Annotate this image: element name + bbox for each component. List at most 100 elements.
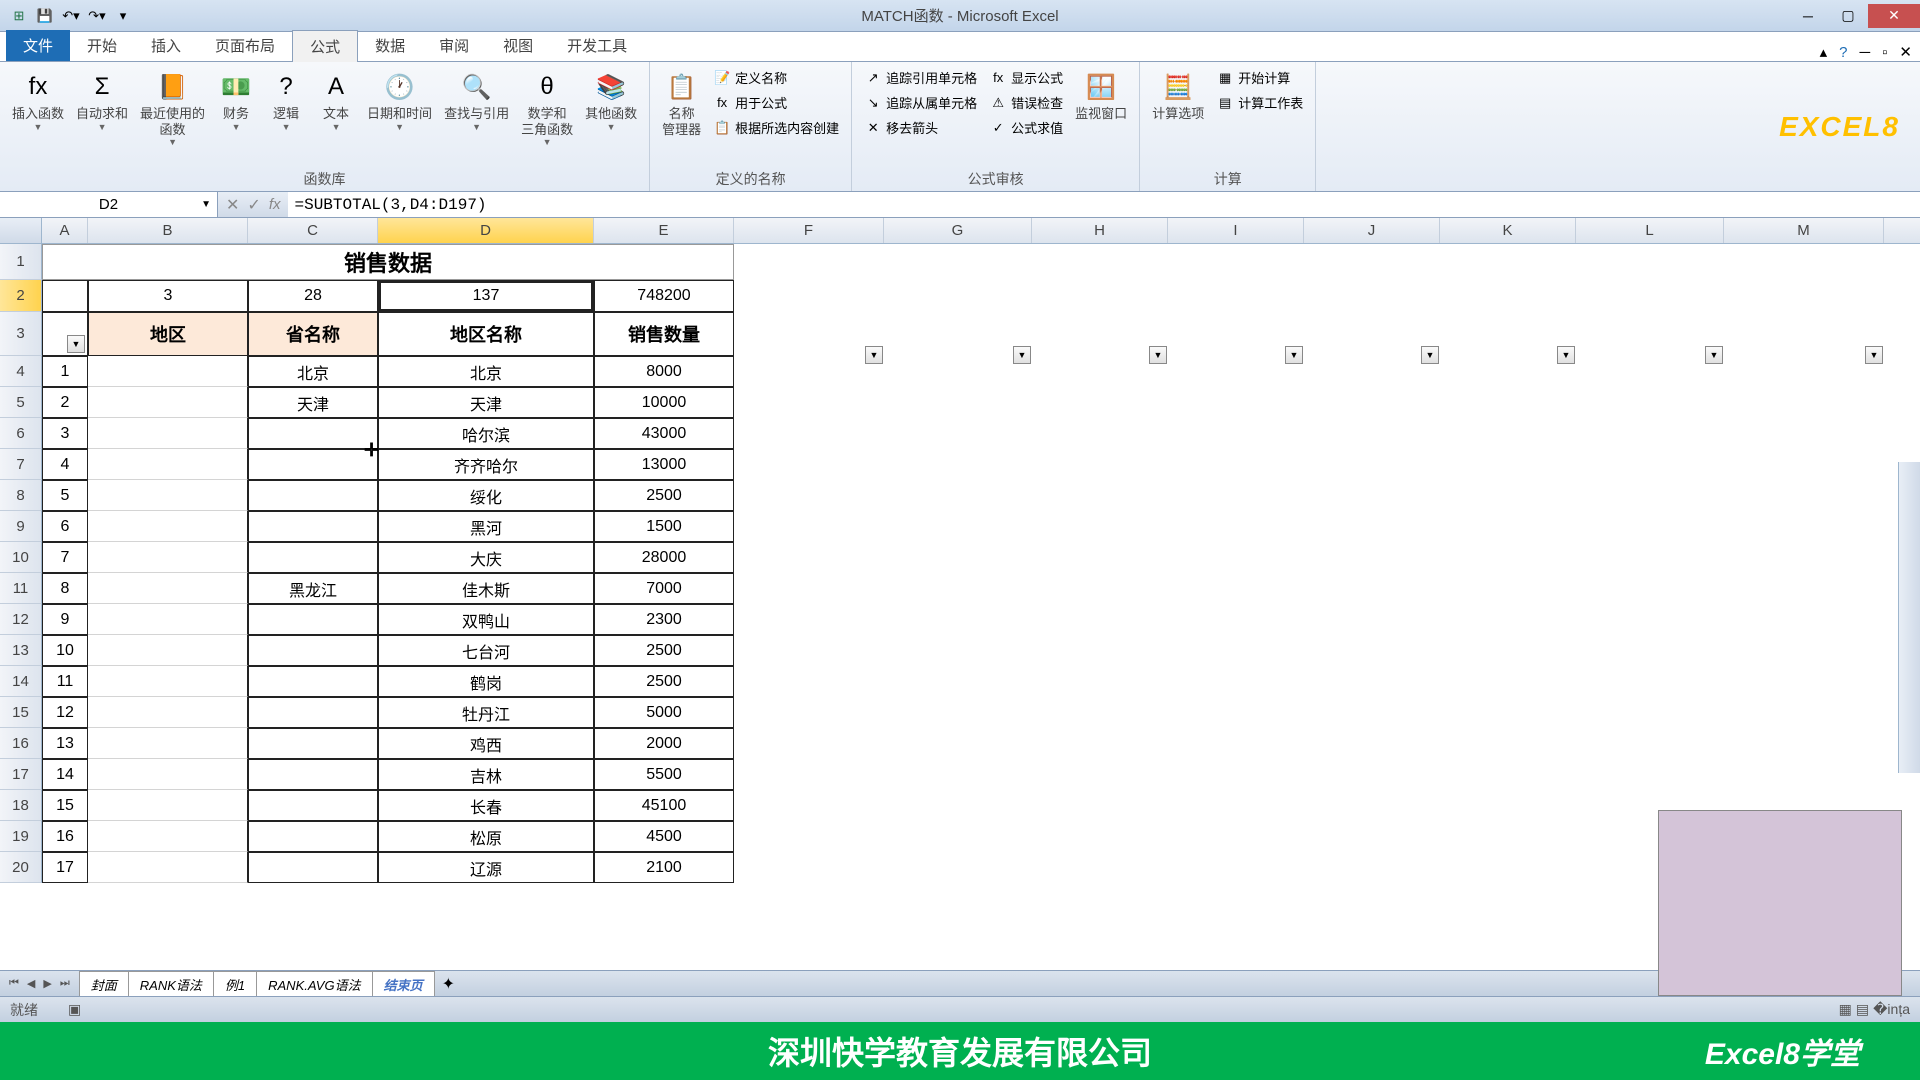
col-header-G[interactable]: G xyxy=(884,218,1032,243)
ribbon-small-btn[interactable]: ▦开始计算 xyxy=(1212,66,1307,89)
row-header-9[interactable]: 9 xyxy=(0,511,42,542)
accept-formula-icon[interactable]: ✓ xyxy=(247,195,260,215)
cell[interactable]: 七台河 xyxy=(378,635,594,666)
cell[interactable]: 14 xyxy=(42,759,88,790)
cell[interactable]: 2000 xyxy=(594,728,734,759)
col-header-M[interactable]: M xyxy=(1724,218,1884,243)
normal-view-icon[interactable]: ▦ xyxy=(1839,1001,1852,1018)
page-layout-icon[interactable]: ▤ xyxy=(1856,1001,1869,1018)
cell[interactable]: 4500 xyxy=(594,821,734,852)
cell[interactable]: 鹤岗 xyxy=(378,666,594,697)
col-header-H[interactable]: H xyxy=(1032,218,1168,243)
sheet-tab[interactable]: 例1 xyxy=(213,971,257,997)
title-cell[interactable]: 销售数据 xyxy=(42,244,734,280)
cell[interactable]: 45100 xyxy=(594,790,734,821)
cell[interactable] xyxy=(248,728,378,759)
cell[interactable] xyxy=(248,480,378,511)
window-restore-icon[interactable]: ▫ xyxy=(1882,44,1887,61)
cell[interactable]: 7000 xyxy=(594,573,734,604)
cell[interactable] xyxy=(248,449,378,480)
sheet-tab[interactable]: 封面 xyxy=(79,971,129,997)
ribbon-btn[interactable]: 📚其他函数▼ xyxy=(581,66,641,134)
tab-公式[interactable]: 公式 xyxy=(292,30,358,62)
cell[interactable] xyxy=(248,759,378,790)
cell[interactable]: 43000 xyxy=(594,418,734,449)
cell-A3[interactable]: ▼ xyxy=(42,312,88,356)
cell[interactable]: 5500 xyxy=(594,759,734,790)
formula-bar[interactable]: =SUBTOTAL(3,D4:D197) xyxy=(288,192,1920,217)
sheet-tab[interactable]: RANK.AVG语法 xyxy=(256,971,372,997)
cell[interactable] xyxy=(248,666,378,697)
ribbon-small-btn[interactable]: fx用于公式 xyxy=(709,91,843,114)
ribbon-btn[interactable]: fx插入函数▼ xyxy=(8,66,68,134)
ribbon-btn[interactable]: θ数学和 三角函数▼ xyxy=(517,66,577,149)
header-sales[interactable]: 销售数量 xyxy=(594,312,734,356)
row-header-7[interactable]: 7 xyxy=(0,449,42,480)
col-header-D[interactable]: D xyxy=(378,218,594,243)
filter-button[interactable]: ▼ xyxy=(865,346,883,364)
filter-button[interactable]: ▼ xyxy=(1557,346,1575,364)
cell[interactable] xyxy=(248,821,378,852)
filter-button[interactable]: ▼ xyxy=(67,335,85,353)
cell[interactable]: 6 xyxy=(42,511,88,542)
cell[interactable]: 天津 xyxy=(378,387,594,418)
cell[interactable]: 2500 xyxy=(594,666,734,697)
cell[interactable]: 吉林 xyxy=(378,759,594,790)
filter-button[interactable]: ▼ xyxy=(1149,346,1167,364)
cell[interactable] xyxy=(88,356,248,387)
row-header-16[interactable]: 16 xyxy=(0,728,42,759)
vertical-scrollbar[interactable] xyxy=(1898,462,1920,773)
cell[interactable]: 2100 xyxy=(594,852,734,883)
cell[interactable]: 10000 xyxy=(594,387,734,418)
cell[interactable]: 双鸭山 xyxy=(378,604,594,635)
ribbon-btn[interactable]: 📙最近使用的 函数▼ xyxy=(136,66,209,149)
row-header-18[interactable]: 18 xyxy=(0,790,42,821)
minimize-button[interactable]: ─ xyxy=(1788,4,1828,28)
cell[interactable]: 8 xyxy=(42,573,88,604)
cell[interactable] xyxy=(88,852,248,883)
cell[interactable]: 16 xyxy=(42,821,88,852)
ribbon-small-btn[interactable]: ✕移去箭头 xyxy=(860,116,981,139)
ribbon-small-btn[interactable]: ▤计算工作表 xyxy=(1212,91,1307,114)
cell[interactable]: 11 xyxy=(42,666,88,697)
page-break-icon[interactable]: �ința xyxy=(1873,1001,1910,1018)
ribbon-small-btn[interactable]: fx显示公式 xyxy=(985,66,1067,89)
col-header-C[interactable]: C xyxy=(248,218,378,243)
filter-button[interactable]: ▼ xyxy=(1013,346,1031,364)
row-header-5[interactable]: 5 xyxy=(0,387,42,418)
maximize-button[interactable]: ▢ xyxy=(1828,4,1868,28)
cell[interactable] xyxy=(248,604,378,635)
header-area-name[interactable]: 地区名称 xyxy=(378,312,594,356)
cell[interactable] xyxy=(248,790,378,821)
cell[interactable] xyxy=(88,573,248,604)
ribbon-btn[interactable]: 💵财务▼ xyxy=(213,66,259,134)
cell[interactable] xyxy=(248,635,378,666)
cell[interactable] xyxy=(88,449,248,480)
cell[interactable] xyxy=(248,418,378,449)
ribbon-small-btn[interactable]: ↘追踪从属单元格 xyxy=(860,91,981,114)
cell[interactable]: 鸡西 xyxy=(378,728,594,759)
window-close-icon[interactable]: ✕ xyxy=(1899,43,1912,61)
cell[interactable]: 辽源 xyxy=(378,852,594,883)
row-header-4[interactable]: 4 xyxy=(0,356,42,387)
cell[interactable]: 12 xyxy=(42,697,88,728)
cell[interactable] xyxy=(88,542,248,573)
ribbon-small-btn[interactable]: 📝定义名称 xyxy=(709,66,843,89)
cell[interactable]: 佳木斯 xyxy=(378,573,594,604)
ribbon-btn[interactable]: 🔍查找与引用▼ xyxy=(440,66,513,134)
watch-window-button[interactable]: 🪟 监视窗口 xyxy=(1071,66,1131,124)
filter-button[interactable]: ▼ xyxy=(1865,346,1883,364)
cell[interactable]: 2300 xyxy=(594,604,734,635)
cell[interactable]: 17 xyxy=(42,852,88,883)
cell[interactable] xyxy=(88,790,248,821)
cell[interactable]: 13 xyxy=(42,728,88,759)
tab-数据[interactable]: 数据 xyxy=(358,30,422,61)
fx-icon[interactable]: fx xyxy=(269,196,281,213)
cell[interactable]: 2500 xyxy=(594,480,734,511)
cell[interactable]: 10 xyxy=(42,635,88,666)
row-header-11[interactable]: 11 xyxy=(0,573,42,604)
redo-icon[interactable]: ↷▾ xyxy=(86,5,108,27)
cell[interactable] xyxy=(248,511,378,542)
header-region[interactable]: 地区 xyxy=(88,312,248,356)
cell[interactable] xyxy=(88,666,248,697)
